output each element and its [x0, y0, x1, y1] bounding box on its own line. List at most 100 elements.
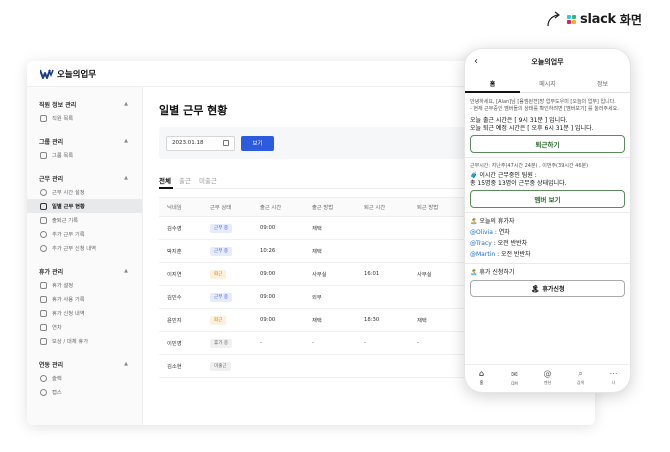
sidebar-item-label: 휴가 신청 내역: [52, 311, 85, 317]
tab-not-checked-in[interactable]: 미출근: [199, 175, 217, 185]
more-icon: ⋯: [609, 369, 618, 378]
link-icon: [40, 374, 47, 382]
user-mention[interactable]: @Tracy: [470, 240, 492, 247]
sidebar-item[interactable]: 추가 근무 기록: [27, 227, 142, 241]
home-icon: ⌂: [478, 369, 485, 378]
walk-icon: [40, 216, 47, 224]
pencil-icon: [40, 281, 47, 289]
sidebar-item[interactable]: 출퇴근 기록: [27, 213, 142, 227]
vacation-request-button[interactable]: 🏝 휴가신청: [470, 280, 625, 297]
checkout-button[interactable]: 퇴근하기: [470, 135, 625, 153]
greeting-hint: - 현재 근무중인 멤버들의 상태를 확인하려면 [멤버보기] 를 눌러주세요.: [470, 106, 619, 112]
table-cell: 16:01: [364, 271, 380, 277]
table-cell: 09:00: [260, 294, 276, 300]
sidebar-group: 직원 정보 관리 ▲ 직원 목록: [27, 97, 142, 125]
chevron-up-icon[interactable]: ▲: [124, 361, 128, 367]
nav-label: 검색: [576, 380, 585, 385]
vacationer-item: @Tracy : 오전 반반차: [470, 240, 625, 248]
user-mention[interactable]: @Olivia: [470, 229, 493, 236]
nav-item-more[interactable]: ⋯ 나: [602, 369, 626, 386]
sidebar-group-title[interactable]: 그룹 관리 ▲: [27, 134, 142, 148]
sidebar-group-title[interactable]: 연동 관리 ▲: [27, 357, 142, 371]
status-badge: 근무 중: [210, 292, 233, 302]
sidebar: 직원 정보 관리 ▲ 직원 목록그룹 관리 ▲ 그룹 목록근무 관리 ▲ 근무 시간 설정 일…: [27, 87, 143, 425]
checkin-time: 오늘 출근 시간은 [ 9시 31분 ] 입니다.: [470, 117, 568, 124]
sidebar-item[interactable]: 근무 시간 설정: [27, 185, 142, 199]
sidebar-group-title[interactable]: 직원 정보 관리 ▲: [27, 97, 142, 111]
table-cell: 윤민지: [167, 318, 182, 324]
col-status: 근무 상태: [210, 205, 232, 211]
divider: [465, 212, 630, 213]
sidebar-item[interactable]: 직원 목록: [27, 111, 142, 125]
app-name: 오늘의업무: [57, 69, 97, 80]
sidebar-item[interactable]: 추가 근무 신청 내역: [27, 241, 142, 255]
table-cell: 퇴근: [210, 269, 260, 279]
table-cell: 이민영: [167, 341, 182, 347]
sidebar-group: 연동 관리 ▲ 슬랙캡스: [27, 357, 142, 399]
document-icon: [40, 309, 47, 317]
chevron-up-icon[interactable]: ▲: [124, 138, 128, 144]
sidebar-item[interactable]: 휴가 신청 내역: [27, 306, 142, 320]
sidebar-item[interactable]: 그룹 목록: [27, 148, 142, 162]
tab-messages[interactable]: 메시지: [520, 75, 575, 92]
date-picker[interactable]: 2023.01.18: [166, 135, 235, 151]
nav-label: 나: [611, 380, 616, 385]
phone-home-body: 안녕하세요, [Alan]님 [윰엠씐젼]방 업무도우미 [오늘의 업무] 입니…: [465, 93, 630, 297]
tab-all[interactable]: 전체: [159, 175, 171, 185]
sidebar-item[interactable]: 보상 / 대체 휴가: [27, 334, 142, 348]
dm-icon: ✉: [511, 369, 518, 379]
col-in-time: 출근 시간: [260, 205, 282, 211]
table-cell: 김수영: [167, 226, 182, 232]
chevron-up-icon[interactable]: ▲: [124, 268, 128, 274]
members-button[interactable]: 멤버 보기: [470, 190, 625, 208]
table-cell: 미출근: [210, 361, 260, 371]
nav-item-mention[interactable]: @ 멘션: [536, 369, 560, 386]
active-tab-indicator: [159, 187, 173, 189]
phone-tabs: 홈 메시지 정보: [465, 75, 630, 93]
nav-item-search[interactable]: ⌕ 검색: [569, 369, 593, 386]
sidebar-group: 근무 관리 ▲ 근무 시간 설정 일별 근무 현황 출퇴근 기록 추가 근무 기록추가 근…: [27, 171, 142, 255]
sidebar-item[interactable]: 연차: [27, 320, 142, 334]
sidebar-item[interactable]: 캡스: [27, 385, 142, 399]
sidebar-group: 그룹 관리 ▲ 그룹 목록: [27, 134, 142, 162]
slack-phone-mockup: ‹ 오늘의업무 홈 메시지 정보 안녕하세요, [Alan]님 [윰엠씐젼]방 …: [464, 48, 631, 393]
sidebar-group-title[interactable]: 근무 관리 ▲: [27, 171, 142, 185]
nav-item-home[interactable]: ⌂ 홈: [470, 369, 494, 386]
table-cell: 재택: [417, 318, 427, 324]
status-badge: 근무 중: [210, 246, 233, 256]
list-icon: [40, 295, 47, 303]
tab-info[interactable]: 정보: [575, 75, 630, 92]
slack-logo-square: [572, 19, 576, 24]
status-badge: 미출근: [210, 361, 231, 371]
sidebar-group-label: 휴가 관리: [39, 268, 64, 276]
col-in-method: 출근 방법: [312, 205, 334, 211]
calendar-icon: [40, 202, 47, 210]
sidebar-group-title[interactable]: 휴가 관리 ▲: [27, 264, 142, 278]
table-cell: 근무 중: [210, 223, 260, 233]
tab-home[interactable]: 홈: [465, 75, 520, 93]
back-arrow-icon[interactable]: ‹: [474, 56, 478, 67]
sidebar-item-label: 슬랙: [52, 376, 62, 382]
sidebar-item[interactable]: 슬랙: [27, 371, 142, 385]
sidebar-item[interactable]: 일별 근무 현황: [27, 199, 142, 213]
col-out-method: 퇴근 방법: [417, 205, 439, 211]
nav-item-dm[interactable]: ✉ DM: [503, 370, 527, 386]
chevron-up-icon[interactable]: ▲: [124, 101, 128, 107]
status-badge: 근무 중: [210, 223, 233, 233]
table-cell: 18:30: [364, 317, 380, 323]
phone-header: ‹ 오늘의업무: [465, 49, 630, 75]
sidebar-item[interactable]: 휴가 사용 기록: [27, 292, 142, 306]
nav-label: DM: [511, 380, 518, 386]
view-button[interactable]: 보기: [241, 135, 274, 151]
sidebar-item-label: 그룹 목록: [52, 153, 74, 159]
sidebar-item-label: 추가 근무 신청 내역: [52, 246, 97, 252]
sidebar-item[interactable]: 휴가 설정: [27, 278, 142, 292]
search-icon: ⌕: [578, 369, 583, 378]
tab-checked-in[interactable]: 출근: [179, 175, 191, 185]
col-out-time: 퇴근 시간: [364, 205, 386, 211]
nav-label: 멘션: [543, 380, 552, 385]
chevron-up-icon[interactable]: ▲: [124, 175, 128, 181]
clock-list-icon: [40, 244, 47, 252]
user-mention[interactable]: @Martin: [470, 251, 495, 258]
divider: [465, 157, 630, 158]
